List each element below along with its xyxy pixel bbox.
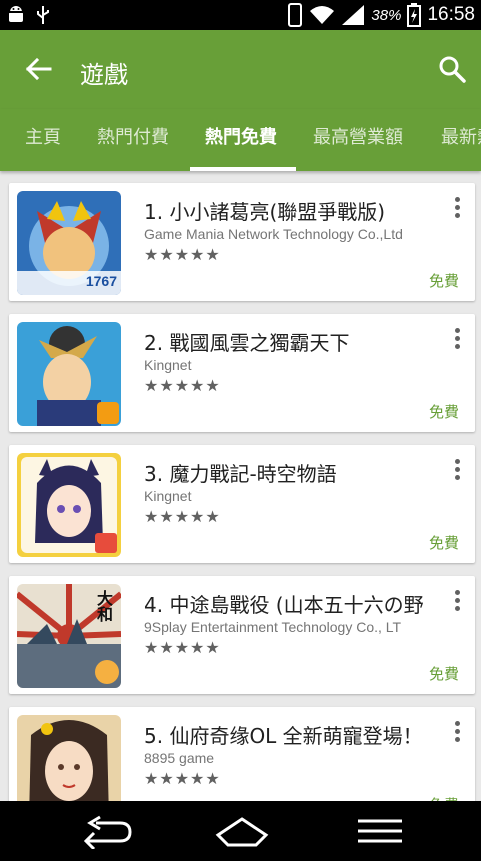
- overflow-menu-icon[interactable]: [455, 721, 461, 743]
- app-title: 5. 仙府奇缘OL 全新萌寵登場！: [144, 724, 423, 748]
- app-developer: Game Mania Network Technology Co.,Ltd: [144, 226, 403, 242]
- signal-icon: [342, 5, 365, 25]
- list-item[interactable]: 3. 魔力戰記-時空物語 Kingnet ★★★★★ 免費: [9, 445, 475, 563]
- price-label: 免費: [428, 534, 459, 552]
- overflow-menu-icon[interactable]: [455, 590, 461, 612]
- list-item[interactable]: 1767 1. 小小諸葛亮(聯盟爭戰版) Game Mania Network …: [9, 183, 475, 301]
- tab-new-trending[interactable]: 最新熱: [441, 109, 481, 171]
- rating-stars: ★★★★★: [144, 638, 221, 657]
- home-nav-icon[interactable]: [212, 813, 272, 849]
- app-developer: 9Splay Entertainment Technology Co., LT: [144, 619, 402, 635]
- list-item[interactable]: 2. 戰國風雲之獨霸天下 Kingnet ★★★★★ 免費: [9, 314, 475, 432]
- price-label: 免費: [429, 794, 459, 801]
- clock: 16:58: [427, 4, 475, 25]
- price-label: 免費: [428, 403, 459, 421]
- app-icon: [17, 322, 121, 426]
- rating-stars: ★★★★★: [144, 507, 221, 526]
- app-developer: Kingnet: [144, 488, 192, 504]
- tab-top-free[interactable]: 熱門免費: [205, 109, 277, 171]
- battery-percent: 38%: [371, 6, 402, 24]
- app-title: 2. 戰國風雲之獨霸天下: [144, 331, 350, 355]
- rating-stars: ★★★★★: [144, 245, 221, 264]
- wifi-icon: [310, 6, 335, 24]
- overflow-menu-icon[interactable]: [455, 197, 461, 219]
- page-title: 遊戲: [80, 61, 128, 89]
- app-icon: [17, 715, 121, 801]
- price-label: 免費: [428, 272, 459, 290]
- usb-icon: [37, 6, 49, 24]
- battery-icon: [407, 3, 422, 27]
- app-developer: 8895 game: [144, 750, 215, 766]
- android-icon: [9, 6, 23, 22]
- rating-stars: ★★★★★: [144, 769, 221, 788]
- status-bar: 38% 16:58: [0, 0, 481, 30]
- tab-top-paid[interactable]: 熱門付費: [97, 109, 169, 171]
- overflow-menu-icon[interactable]: [455, 459, 461, 481]
- icon-badge-text: 大和: [94, 590, 113, 622]
- search-icon[interactable]: [437, 54, 467, 84]
- app-icon: 大和: [17, 584, 121, 688]
- list-item[interactable]: 大和 4. 中途島戰役 (山本五十六の野 9Splay Entertainmen…: [9, 576, 475, 694]
- menu-nav-icon[interactable]: [350, 813, 410, 849]
- icon-badge-number: 1767: [85, 273, 117, 289]
- price-label: 免費: [428, 665, 459, 683]
- rating-stars: ★★★★★: [144, 376, 221, 395]
- tab-home[interactable]: 主頁: [25, 109, 61, 171]
- app-developer: Kingnet: [144, 357, 192, 373]
- app-icon: [17, 453, 121, 557]
- back-nav-icon[interactable]: [76, 813, 136, 849]
- phone-icon: [288, 3, 303, 27]
- app-list: 1767 1. 小小諸葛亮(聯盟爭戰版) Game Mania Network …: [0, 171, 481, 801]
- navigation-bar: [0, 801, 481, 861]
- app-title: 1. 小小諸葛亮(聯盟爭戰版): [144, 200, 386, 224]
- list-item[interactable]: 5. 仙府奇缘OL 全新萌寵登場！ 8895 game ★★★★★ 免費: [9, 707, 475, 801]
- category-tabs: 主頁 熱門付費 熱門免費 最高營業額 最新熱: [0, 109, 481, 171]
- app-bar: 遊戲: [0, 30, 481, 109]
- app-icon: 1767: [17, 191, 121, 295]
- app-title: 3. 魔力戰記-時空物語: [144, 462, 337, 486]
- overflow-menu-icon[interactable]: [455, 328, 461, 350]
- app-title: 4. 中途島戰役 (山本五十六の野: [144, 593, 424, 617]
- tab-top-grossing[interactable]: 最高營業額: [313, 109, 403, 171]
- arrow-back-icon[interactable]: [22, 53, 54, 85]
